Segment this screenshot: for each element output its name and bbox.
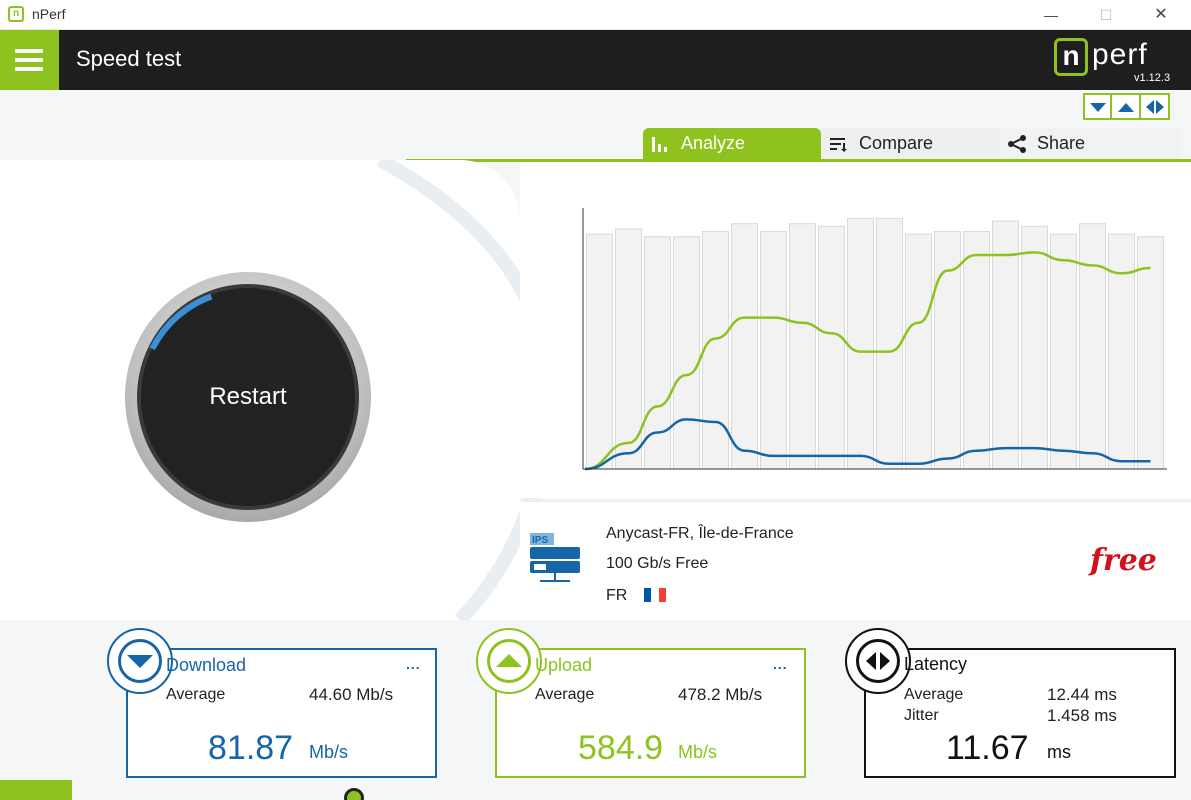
- download-title: Download: [166, 655, 247, 675]
- maximize-button[interactable]: ☐: [1083, 0, 1129, 30]
- download-badge: [107, 628, 173, 694]
- nperf-logo: n perf v1.12.3: [1050, 36, 1180, 86]
- app-logo-icon: n: [8, 6, 24, 22]
- bar-chart-icon: [652, 136, 667, 152]
- latency-average-value: 12.44 ms: [1047, 685, 1117, 704]
- latency-arrows-icon: [866, 652, 890, 670]
- download-value: 81.87: [208, 729, 294, 767]
- flag-stripe-blue: [644, 588, 652, 602]
- latency-jitter-value: 1.458 ms: [1047, 706, 1117, 725]
- speed-gauge: Restart: [125, 272, 371, 522]
- upload-arrow-icon: [496, 654, 522, 667]
- chart-bar: [905, 233, 932, 470]
- download-circle: [118, 639, 162, 683]
- triangle-left-right-icon: [1145, 99, 1164, 114]
- latency-unit: ms: [1047, 742, 1071, 762]
- bottom-strip: [72, 780, 1191, 800]
- chart-bar: [1079, 223, 1106, 470]
- hamburger-menu-button[interactable]: [0, 30, 59, 90]
- chart-bar: [673, 236, 700, 470]
- chart-bar: [702, 231, 729, 470]
- server-name: Anycast-FR, Île-de-France: [606, 525, 794, 542]
- close-button[interactable]: ✕: [1138, 0, 1184, 30]
- chart-bar: [1021, 225, 1048, 470]
- speed-chart: [582, 208, 1167, 471]
- chart-bar: [644, 236, 671, 470]
- server-isp-speed: 100 Gb/s Free: [606, 555, 709, 572]
- tab-analyze-label: Analyze: [681, 133, 746, 153]
- collapse-down-button[interactable]: [1083, 93, 1112, 120]
- upload-title: Upload: [535, 655, 593, 675]
- latency-value: 11.67: [946, 729, 1029, 767]
- collapse-sideways-button[interactable]: [1141, 93, 1170, 120]
- chart-bar: [760, 231, 787, 470]
- chart-bar: [586, 233, 613, 470]
- download-average-value: 44.60 Mb/s: [309, 685, 394, 704]
- menu-line-icon: [15, 58, 43, 62]
- chart-bar: [818, 225, 845, 470]
- flag-stripe-red: [658, 588, 666, 602]
- chart-bar: [876, 217, 903, 470]
- server-country: FR: [606, 587, 628, 604]
- download-arrow-icon: [127, 655, 153, 668]
- restart-button[interactable]: Restart: [155, 302, 341, 492]
- upload-average-label: Average: [535, 686, 595, 703]
- page-title: Speed test: [76, 46, 182, 71]
- triangle-up-icon: [1117, 102, 1134, 112]
- upload-circle: [487, 639, 531, 683]
- tab-analyze[interactable]: Analyze: [643, 128, 821, 159]
- chart-bar: [1050, 233, 1077, 470]
- tab-share[interactable]: Share: [999, 128, 1181, 159]
- menu-line-icon: [15, 67, 43, 71]
- download-unit: Mb/s: [309, 742, 349, 762]
- chart-bar: [789, 223, 816, 470]
- latency-badge: [845, 628, 911, 694]
- download-more-button[interactable]: ...: [406, 656, 421, 672]
- latency-circle: [856, 639, 900, 683]
- tab-compare[interactable]: Compare: [821, 128, 999, 159]
- panel-toggle-group: [1083, 93, 1170, 120]
- tab-share-label: Share: [1037, 133, 1086, 153]
- share-icon: [1008, 134, 1026, 153]
- chart-bar: [963, 231, 990, 470]
- tab-compare-label: Compare: [859, 133, 934, 153]
- upload-value: 584.9: [578, 729, 664, 767]
- flag-stripe-white: [651, 588, 659, 602]
- collapse-up-button[interactable]: [1112, 93, 1141, 120]
- chart-bar: [847, 217, 874, 470]
- chart-bar: [1137, 236, 1164, 470]
- svg-text:IPS: IPS: [532, 535, 548, 546]
- window-titlebar: n nPerf — ☐ ✕: [0, 0, 1191, 30]
- latency-jitter-label: Jitter: [904, 707, 939, 724]
- chart-bar: [992, 220, 1019, 470]
- latency-average-label: Average: [904, 686, 964, 703]
- brand-perf: perf: [1092, 38, 1148, 71]
- brand-n: n: [1054, 38, 1088, 76]
- app-version: v1.12.3: [1134, 72, 1171, 84]
- latency-title: Latency: [904, 654, 968, 674]
- compare-list-icon: [830, 137, 847, 152]
- triangle-down-icon: [1089, 102, 1106, 112]
- france-flag-icon: [644, 588, 666, 602]
- chart-bar: [615, 228, 642, 470]
- bottom-green-tab[interactable]: [0, 780, 72, 800]
- chart-bar: [1108, 233, 1135, 470]
- upload-average-value: 478.2 Mb/s: [678, 685, 763, 704]
- app-header: Speed test n perf v1.12.3: [0, 30, 1191, 90]
- upload-more-button[interactable]: ...: [773, 656, 788, 672]
- download-average-label: Average: [166, 686, 226, 703]
- chart-bar: [731, 223, 758, 470]
- menu-line-icon: [15, 49, 43, 53]
- upload-unit: Mb/s: [678, 742, 718, 762]
- isp-logo: free: [1090, 543, 1157, 578]
- minimize-button[interactable]: —: [1028, 0, 1074, 30]
- window-title: nPerf: [32, 6, 66, 22]
- upload-badge: [476, 628, 542, 694]
- server-isp-icon: IPS: [530, 533, 580, 582]
